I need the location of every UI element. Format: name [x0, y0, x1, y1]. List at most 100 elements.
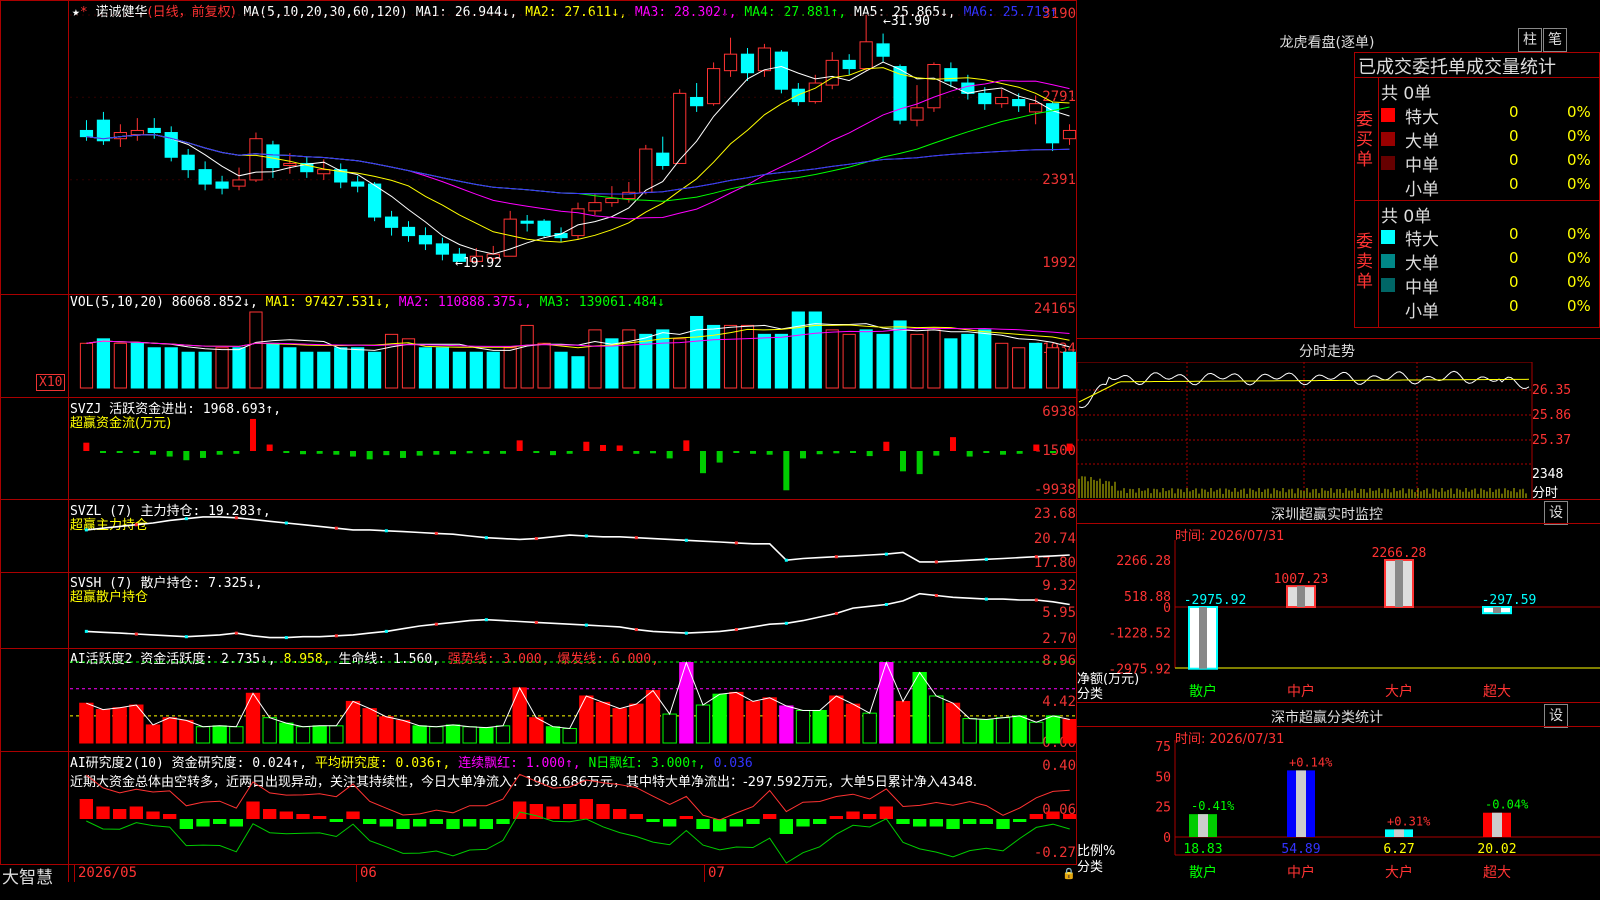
- fund-flow-bar: [1066, 443, 1073, 451]
- volume-bar: [1029, 342, 1043, 389]
- research-bar: [279, 811, 293, 819]
- cs-bar-shade: [1296, 770, 1306, 837]
- fund-flow-bar: [766, 451, 773, 455]
- candle-body: [368, 183, 382, 218]
- candle-body: [418, 235, 433, 245]
- sell-total: 共 0单: [1381, 207, 1432, 227]
- candle-body: [317, 169, 331, 175]
- volume-bar: [673, 338, 687, 389]
- research-bar: [613, 809, 627, 819]
- candle-body: [232, 179, 246, 187]
- candle-body: [113, 132, 127, 140]
- sz-class-label: 分类: [1077, 687, 1104, 702]
- activity-bar: [312, 725, 327, 744]
- activity-bar: [479, 727, 494, 744]
- fund-flow-bar: [683, 440, 690, 451]
- svzl-line[interactable]: [70, 500, 1076, 572]
- activity-bar: [962, 718, 977, 744]
- holding-tick: [484, 536, 488, 540]
- candlestick-chart[interactable]: [70, 0, 1076, 294]
- research-bar: [663, 819, 677, 827]
- activity-bar: [1029, 721, 1044, 744]
- volume-bar: [130, 342, 144, 389]
- candle-body: [1012, 99, 1026, 107]
- cs-value-label: 6.27: [1383, 842, 1414, 857]
- holding-tick: [634, 628, 638, 632]
- activity-bar: [395, 719, 411, 744]
- fund-flow-bar: [500, 451, 506, 454]
- order-size-label: 中单: [1405, 278, 1439, 298]
- fund-flow-bar: [100, 451, 106, 453]
- volume-bar: [859, 329, 873, 389]
- lock-icon[interactable]: 🔒: [1062, 867, 1076, 880]
- order-size-label: 特大: [1405, 108, 1439, 128]
- x-axis-tick-jun: [356, 865, 357, 882]
- holding-tick: [434, 531, 438, 535]
- cs-change-label: -0.04%: [1485, 798, 1529, 812]
- fund-flow-bar: [783, 451, 790, 491]
- bar-mode-button[interactable]: 柱: [1518, 28, 1542, 52]
- chart-area[interactable]: ★* 诺诚健华(日线，前复权) MA(5,10,20,30,60,120) MA…: [0, 0, 1077, 888]
- holding-tick: [534, 620, 538, 624]
- holding-line: [86, 516, 1070, 563]
- research-bar: [1013, 819, 1027, 822]
- sz-value-label: -2975.92: [1184, 593, 1247, 608]
- cs-bar-shade: [1492, 812, 1502, 837]
- volume-bar: [842, 333, 856, 389]
- activity-bar: [279, 722, 294, 744]
- class-stats-chart[interactable]: 75 50 25 0 -0.41% 18.83 散户 +0.14% 54.89 中户 +0.31% 6…: [1077, 740, 1600, 900]
- research-bar: [996, 819, 1010, 829]
- ai-active-bars[interactable]: [70, 648, 1076, 750]
- research-bar: [829, 816, 843, 819]
- activity-bar: [145, 724, 161, 744]
- fund-flow-bar: [966, 451, 973, 457]
- research-bar: [463, 819, 477, 827]
- activity-bar: [95, 709, 111, 744]
- order-size-label: 大单: [1405, 132, 1439, 152]
- fund-flow-bar: [200, 451, 206, 458]
- brand-label: 大智慧: [2, 868, 53, 888]
- intraday-chart[interactable]: [1077, 362, 1533, 500]
- research-bar: [913, 819, 927, 827]
- research-bar: [796, 819, 810, 827]
- fund-flow-bar: [633, 451, 640, 454]
- fund-flow-bar: [466, 451, 473, 454]
- research-bar: [213, 819, 227, 824]
- volume-bar: [113, 342, 127, 389]
- research-bar: [629, 814, 643, 819]
- fund-flow-bar: [600, 444, 606, 451]
- candle-body: [198, 169, 212, 185]
- class-stats-settings-button[interactable]: 设: [1544, 704, 1568, 728]
- volume-bar: [927, 329, 941, 389]
- svzj-bars[interactable]: [70, 398, 1076, 498]
- research-bar: [229, 819, 243, 827]
- order-color-swatch: [1381, 108, 1395, 122]
- order-percent: 0%: [1567, 225, 1591, 243]
- vol-unit-badge[interactable]: X10: [36, 374, 66, 391]
- ma20-line: [86, 80, 1070, 220]
- activity-bar: [645, 690, 661, 744]
- volume-bars[interactable]: [70, 308, 1076, 390]
- holding-tick: [684, 538, 688, 542]
- svsh-line[interactable]: [70, 573, 1076, 647]
- order-size-label: 小单: [1405, 180, 1439, 200]
- sz-category-label: 大户: [1385, 683, 1413, 700]
- buy-order-label: 委买单: [1356, 110, 1373, 170]
- fund-flow-bar: [833, 451, 840, 454]
- order-stats-title: 已成交委托单成交量统计: [1358, 57, 1556, 78]
- activity-bar: [662, 713, 677, 744]
- buy-total: 共 0单: [1381, 84, 1432, 104]
- holding-tick: [534, 537, 538, 541]
- activity-bar: [729, 691, 744, 744]
- fund-flow-bar: [116, 451, 123, 453]
- tick-mode-button[interactable]: 笔: [1543, 28, 1567, 52]
- ai-research-bars[interactable]: [70, 752, 1076, 864]
- candle-body: [401, 226, 416, 237]
- candle-body: [283, 162, 297, 167]
- volume-bar: [740, 324, 755, 389]
- research-bar: [79, 799, 93, 819]
- sz-monitor-chart[interactable]: 2266.28518.880-1228.52-2975.92-2975.9210…: [1077, 540, 1600, 700]
- x-axis-label-jul: 07: [708, 865, 725, 881]
- candle-body: [435, 243, 450, 255]
- sz-monitor-settings-button[interactable]: 设: [1544, 501, 1568, 525]
